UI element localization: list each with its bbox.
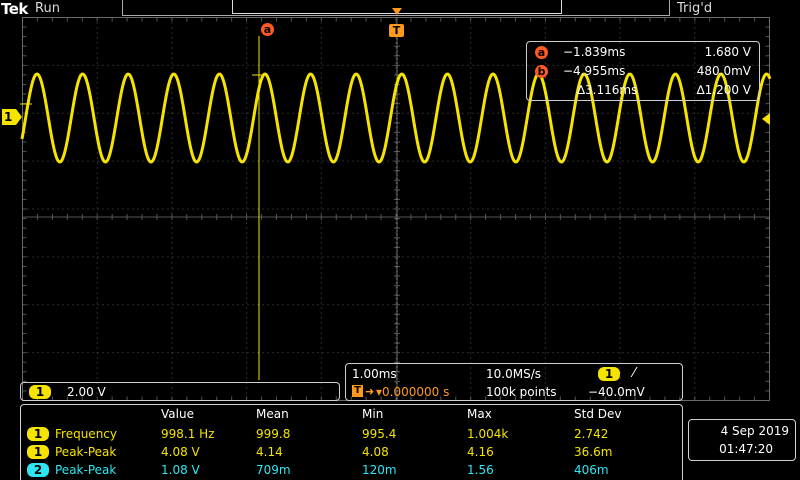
cursor-delta-voltage: ∆1.200 V <box>696 83 751 97</box>
meas-cell: 4.14 <box>256 445 283 459</box>
meas-header-max: Max <box>467 407 492 421</box>
cursor-readout-panel: a −1.839ms 1.680 V b −4.955ms 480.0mV ∆3… <box>526 41 760 101</box>
meas-cell: 406m <box>574 463 609 477</box>
meas-cell: 1.08 V <box>161 463 200 477</box>
ch1-vertical-scale: 2.00 V <box>67 385 106 399</box>
trigger-source-badge: 1 <box>598 367 620 381</box>
meas-cell: 2.742 <box>574 427 609 441</box>
meas-cell: 709m <box>256 463 291 477</box>
meas-header-min: Min <box>362 407 384 421</box>
meas-cell: 4.08 <box>362 445 389 459</box>
meas-cell: 4.16 <box>467 445 494 459</box>
trigger-level: −40.0mV <box>588 385 645 399</box>
meas-row-badge: 2 <box>27 463 49 477</box>
date: 4 Sep 2019 <box>720 424 789 438</box>
trigger-arrow-glyph: ➜ <box>365 385 375 398</box>
meas-row-name[interactable]: Frequency <box>55 427 117 441</box>
meas-cell: 1.004k <box>467 427 509 441</box>
trigger-arrow-icon <box>392 8 402 15</box>
timebase: 1.00ms <box>352 367 397 381</box>
trigger-slope-icon: ⁄ <box>633 366 636 381</box>
ch1-scale-box[interactable]: 1 2.00 V <box>20 382 340 401</box>
ch1-badge: 1 <box>29 385 51 399</box>
cursor-b-time: −4.955ms <box>563 64 626 78</box>
cursor-b-voltage: 480.0mV <box>696 64 751 78</box>
ch1-ground-label: 1 <box>4 110 13 124</box>
meas-row-name[interactable]: Peak-Peak <box>55 445 116 459</box>
meas-header-value: Value <box>161 407 194 421</box>
trigger-position-badge[interactable]: T <box>389 24 404 37</box>
measurements-panel[interactable]: Value Mean Min Max Std Dev 1 Frequency 9… <box>20 404 683 480</box>
cursor-delta-time: ∆3.116ms <box>577 83 638 97</box>
meas-header-mean: Mean <box>256 407 289 421</box>
datetime-box[interactable]: 4 Sep 2019 01:47:20 <box>688 419 796 461</box>
cursor-a-voltage: 1.680 V <box>704 45 751 59</box>
meas-cell: 995.4 <box>362 427 397 441</box>
meas-cell: 998.1 Hz <box>161 427 215 441</box>
cursor-a-readout-badge: a <box>535 46 548 59</box>
meas-cell: 999.8 <box>256 427 291 441</box>
time: 01:47:20 <box>719 442 773 456</box>
cursor-a-time: −1.839ms <box>563 45 626 59</box>
meas-cell: 120m <box>362 463 397 477</box>
sample-rate: 10.0MS/s <box>486 367 541 381</box>
meas-cell: 36.6m <box>574 445 613 459</box>
horizontal-trigger-box[interactable]: 1.00ms 10.0MS/s 1 ⁄ T ➜ ▾0.000000 s 100k… <box>345 363 683 401</box>
meas-row-badge: 1 <box>27 427 49 441</box>
meas-row-name[interactable]: Peak-Peak <box>55 463 116 477</box>
meas-cell: 1.56 <box>467 463 494 477</box>
trigger-position: ▾0.000000 s <box>376 385 450 399</box>
cursor-a-badge[interactable]: a <box>261 23 274 36</box>
record-length: 100k points <box>486 385 557 399</box>
cursor-b-readout-badge: b <box>535 65 548 78</box>
meas-cell: 4.08 V <box>161 445 200 459</box>
meas-row-badge: 1 <box>27 445 49 459</box>
meas-header-stddev: Std Dev <box>574 407 622 421</box>
trigger-position-icon: T <box>352 385 363 397</box>
